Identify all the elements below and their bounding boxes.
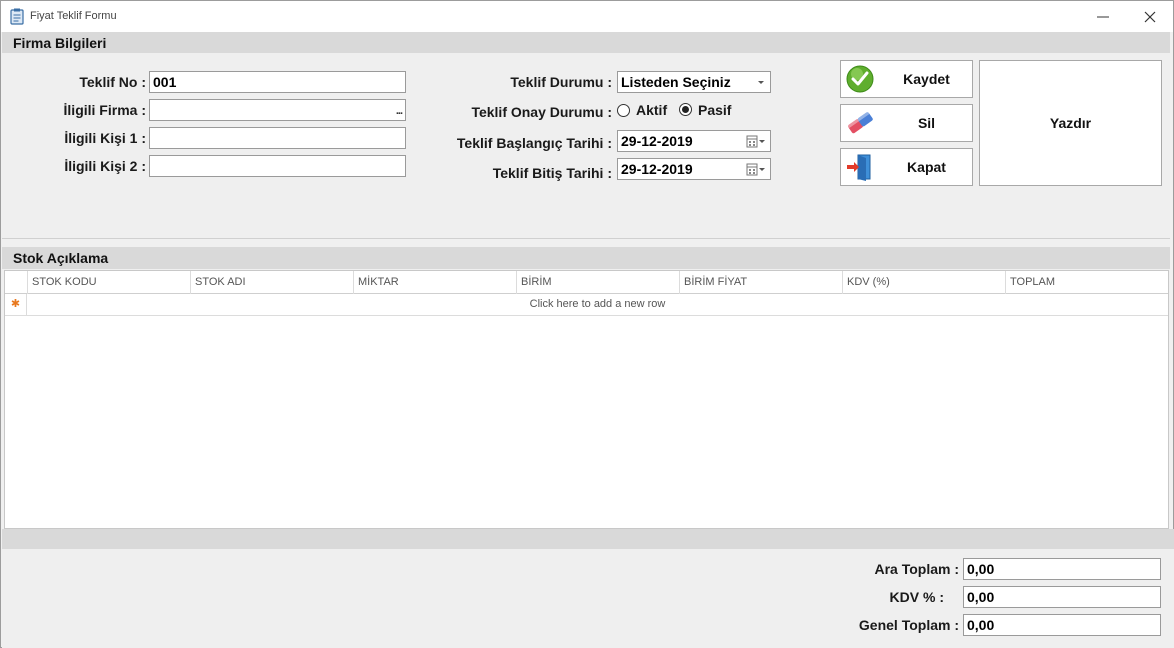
column-header[interactable]: BİRİM FİYAT bbox=[679, 271, 842, 294]
grid-header: STOK KODU STOK ADI MİKTAR BİRİM BİRİM Fİ… bbox=[5, 271, 1168, 294]
teklif-no-input[interactable] bbox=[149, 71, 406, 93]
column-header[interactable]: KDV (%) bbox=[842, 271, 1005, 294]
main-window: Fiyat Teklif Formu Firma Bilgileri Tekli… bbox=[0, 0, 1174, 648]
baslangic-label: Teklif Başlangıç Tarihi : bbox=[456, 135, 612, 151]
kapat-button[interactable]: Kapat bbox=[840, 148, 973, 186]
teklif-durumu-select[interactable]: Listeden Seçiniz bbox=[617, 71, 771, 93]
exit-door-icon bbox=[847, 154, 871, 181]
form-area: Teklif No : İligili Firma : ... İligili … bbox=[2, 53, 1170, 239]
ilgili-kisi1-input[interactable] bbox=[149, 127, 406, 149]
section-header-firma: Firma Bilgileri bbox=[2, 32, 1170, 54]
ara-toplam-label: Ara Toplam : bbox=[874, 561, 959, 577]
column-header[interactable]: STOK KODU bbox=[27, 271, 190, 294]
bitis-date-input[interactable]: 29-12-2019 bbox=[617, 158, 771, 180]
checkmark-icon bbox=[846, 65, 874, 93]
kaydet-label: Kaydet bbox=[903, 71, 950, 87]
ilgili-kisi1-label: İligili Kişi 1 : bbox=[64, 130, 146, 146]
chevron-down-icon bbox=[758, 81, 764, 84]
ilgili-firma-input[interactable]: ... bbox=[149, 99, 406, 121]
divider-strip bbox=[2, 529, 1174, 549]
radio-pasif-label: Pasif bbox=[698, 102, 732, 118]
radio-aktif[interactable] bbox=[617, 104, 630, 117]
row-indicator-header bbox=[5, 271, 27, 294]
ilgili-firma-label: İligili Firma : bbox=[63, 102, 146, 118]
bitis-value: 29-12-2019 bbox=[621, 161, 693, 177]
bitis-label: Teklif Bitiş Tarihi : bbox=[492, 165, 612, 181]
kapat-label: Kapat bbox=[907, 159, 946, 175]
radio-aktif-label: Aktif bbox=[636, 102, 668, 118]
radio-pasif[interactable] bbox=[679, 103, 692, 116]
calendar-icon[interactable] bbox=[746, 163, 766, 176]
close-icon bbox=[1144, 11, 1156, 22]
column-header[interactable]: STOK ADI bbox=[190, 271, 353, 294]
minimize-button[interactable] bbox=[1080, 1, 1126, 32]
kdv-label: KDV % : bbox=[889, 589, 944, 605]
genel-toplam-label: Genel Toplam : bbox=[858, 617, 959, 633]
teklif-durumu-value: Listeden Seçiniz bbox=[621, 74, 731, 90]
new-row-text[interactable]: Click here to add a new row bbox=[27, 294, 1168, 315]
onay-durumu-label: Teklif Onay Durumu : bbox=[471, 104, 612, 120]
sil-label: Sil bbox=[917, 115, 936, 131]
close-button[interactable] bbox=[1127, 1, 1173, 32]
window-title: Fiyat Teklif Formu bbox=[30, 10, 117, 22]
eraser-icon bbox=[847, 111, 873, 134]
calendar-icon[interactable] bbox=[746, 135, 766, 148]
ara-toplam-input[interactable] bbox=[963, 558, 1161, 580]
teklif-durumu-label: Teklif Durumu : bbox=[510, 74, 612, 90]
column-header[interactable]: BİRİM bbox=[516, 271, 679, 294]
title-bar: Fiyat Teklif Formu bbox=[1, 1, 1173, 32]
totals-area: Ara Toplam : KDV % : Genel Toplam : bbox=[2, 549, 1174, 648]
genel-toplam-input[interactable] bbox=[963, 614, 1161, 636]
clipboard-icon bbox=[10, 8, 24, 25]
section-header-stok: Stok Açıklama bbox=[2, 247, 1170, 269]
new-row[interactable]: ✱ Click here to add a new row bbox=[5, 294, 1168, 316]
minimize-icon bbox=[1097, 16, 1109, 17]
sil-button[interactable]: Sil bbox=[840, 104, 973, 142]
kaydet-button[interactable]: Kaydet bbox=[840, 60, 973, 98]
column-header[interactable]: MİKTAR bbox=[353, 271, 516, 294]
new-row-star-icon: ✱ bbox=[5, 294, 27, 315]
baslangic-date-input[interactable]: 29-12-2019 bbox=[617, 130, 771, 152]
column-header[interactable]: TOPLAM bbox=[1005, 271, 1168, 294]
ilgili-kisi2-input[interactable] bbox=[149, 155, 406, 177]
ellipsis-button[interactable]: ... bbox=[396, 101, 403, 121]
kdv-input[interactable] bbox=[963, 586, 1161, 608]
baslangic-value: 29-12-2019 bbox=[621, 133, 693, 149]
teklif-no-label: Teklif No : bbox=[79, 74, 146, 90]
stock-grid: STOK KODU STOK ADI MİKTAR BİRİM BİRİM Fİ… bbox=[4, 270, 1169, 529]
yazdir-button[interactable]: Yazdır bbox=[979, 60, 1162, 186]
ilgili-kisi2-label: İligili Kişi 2 : bbox=[64, 158, 146, 174]
yazdir-label: Yazdır bbox=[1049, 115, 1092, 131]
